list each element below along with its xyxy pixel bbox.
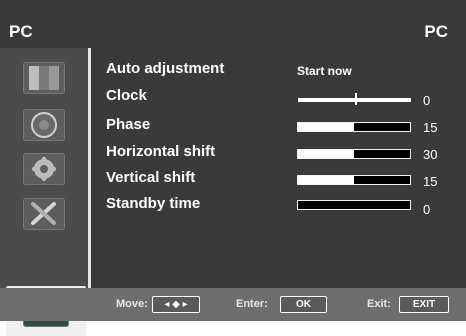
sound-icon[interactable] bbox=[23, 109, 65, 141]
clock-slider-marker[interactable] bbox=[355, 93, 357, 105]
horizontal-shift-slider[interactable] bbox=[297, 149, 411, 159]
settings-list: Auto adjustment Start now Clock 0 Phase … bbox=[91, 48, 466, 288]
title-bar: PC PC bbox=[0, 4, 466, 42]
horizontal-shift-fill bbox=[298, 150, 354, 158]
settings-gear-icon[interactable] bbox=[23, 153, 65, 185]
exit-hint-label: Exit: bbox=[367, 298, 391, 310]
horizontal-shift-label[interactable]: Horizontal shift bbox=[106, 143, 215, 160]
exit-key[interactable]: EXIT bbox=[399, 296, 449, 313]
clock-value: 0 bbox=[423, 93, 431, 108]
phase-label[interactable]: Phase bbox=[106, 116, 150, 133]
standby-time-label[interactable]: Standby time bbox=[106, 195, 200, 212]
vertical-shift-slider[interactable] bbox=[297, 175, 411, 185]
sidebar bbox=[0, 48, 88, 336]
tools-icon[interactable] bbox=[23, 198, 65, 230]
phase-value: 15 bbox=[423, 120, 438, 135]
enter-key[interactable]: OK bbox=[280, 296, 327, 313]
clock-label[interactable]: Clock bbox=[106, 87, 147, 104]
vertical-shift-label[interactable]: Vertical shift bbox=[106, 169, 195, 186]
vertical-shift-fill bbox=[298, 176, 354, 184]
picture-icon[interactable] bbox=[23, 62, 65, 94]
footer-hints: Move: ◂ ◆ ▸ Enter: OK Exit: EXIT bbox=[0, 288, 466, 321]
enter-hint-label: Enter: bbox=[236, 298, 268, 310]
move-hint-label: Move: bbox=[116, 298, 148, 310]
menu-title-right: PC bbox=[424, 22, 448, 41]
horizontal-shift-value: 30 bbox=[423, 147, 438, 162]
pc-menu-screen: PC PC Auto adjustment Start now Clock 0 … bbox=[0, 0, 466, 336]
menu-title-left: PC bbox=[9, 22, 33, 41]
phase-fill bbox=[298, 123, 354, 131]
phase-slider[interactable] bbox=[297, 122, 411, 132]
vertical-shift-value: 15 bbox=[423, 174, 438, 189]
standby-time-value: 0 bbox=[423, 202, 431, 217]
auto-adjustment-label[interactable]: Auto adjustment bbox=[106, 60, 224, 77]
move-key[interactable]: ◂ ◆ ▸ bbox=[152, 296, 200, 313]
start-now-button[interactable]: Start now bbox=[297, 64, 352, 78]
standby-time-slider[interactable] bbox=[297, 200, 411, 210]
